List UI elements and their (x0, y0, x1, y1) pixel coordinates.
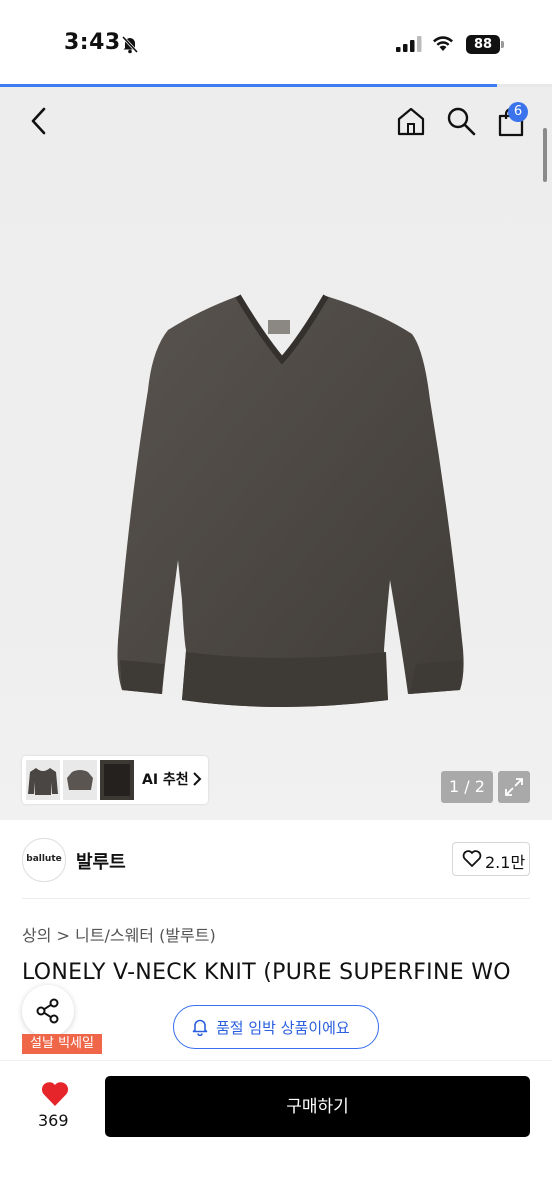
bell-off-icon (121, 35, 139, 54)
brand-like-count: 2.1만 (485, 853, 526, 872)
battery-indicator: 88 (466, 35, 500, 54)
signal-icon (396, 36, 422, 52)
battery-tip (501, 41, 504, 48)
scroll-indicator (543, 128, 547, 182)
buy-button[interactable]: 구매하기 (105, 1076, 530, 1137)
heart-outline-icon (462, 850, 482, 867)
thumbnail-1[interactable] (26, 760, 60, 800)
chevron-right-icon (193, 772, 202, 786)
brand-like-button[interactable]: 2.1만 (452, 842, 530, 876)
sweater-image (117, 294, 464, 707)
thumbnail-3[interactable] (100, 760, 134, 800)
divider (22, 898, 530, 899)
soldout-text: 품절 임박 상품이에요 (216, 1019, 350, 1037)
status-time: 3:43 (64, 30, 121, 55)
share-icon (36, 998, 59, 1024)
heart-filled-icon[interactable] (40, 1080, 70, 1108)
bell-icon (192, 1019, 208, 1036)
brand-name[interactable]: 발루트 (76, 848, 126, 874)
soldout-notice: 품절 임박 상품이에요 (173, 1005, 379, 1049)
cart-count-badge: 6 (508, 102, 528, 122)
share-button[interactable] (22, 985, 74, 1037)
image-counter: 1 / 2 (441, 771, 493, 803)
expand-icon[interactable] (498, 771, 530, 803)
product-image[interactable] (0, 87, 552, 820)
sale-tag: 설날 빅세일 (22, 1034, 102, 1054)
back-icon[interactable] (24, 106, 54, 136)
thumbnail-2[interactable] (63, 760, 97, 800)
ai-recommend-label[interactable]: AI 추천 (142, 769, 189, 789)
search-icon[interactable] (446, 106, 476, 136)
breadcrumb[interactable]: 상의 > 니트/스웨터 (발루트) (22, 922, 216, 946)
thumbnail-strip[interactable]: AI 추천 (22, 756, 208, 804)
wish-count: 369 (38, 1111, 69, 1130)
product-title: LONELY V-NECK KNIT (PURE SUPERFINE WO (22, 960, 511, 985)
brand-logo[interactable]: ballute (22, 838, 66, 882)
wifi-icon (433, 36, 453, 51)
home-icon[interactable] (396, 106, 426, 136)
